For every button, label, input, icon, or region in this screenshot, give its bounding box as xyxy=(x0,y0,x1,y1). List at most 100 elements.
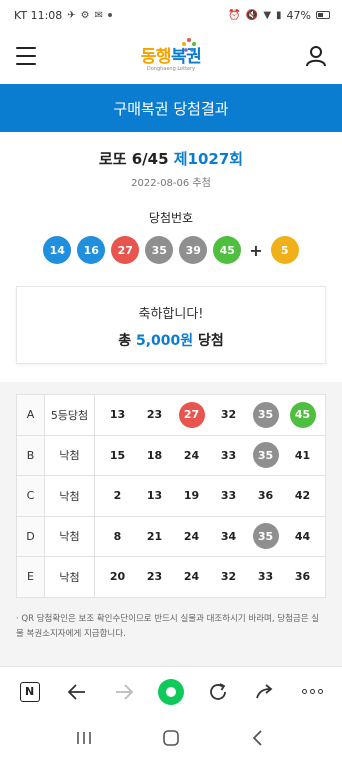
game-numbers-cell: 8 21 24 34 35 44 xyxy=(94,515,326,557)
game-number: 34 xyxy=(220,529,237,543)
prize-text: 총 5,000원 당첨 xyxy=(17,330,325,350)
game-rank: 낙첨 xyxy=(44,556,95,598)
winning-ball: 39 xyxy=(179,236,208,264)
home-icon[interactable] xyxy=(161,728,181,748)
wifi-icon: ▼ xyxy=(263,9,272,21)
game-number: 42 xyxy=(294,489,311,503)
game-number: 36 xyxy=(257,489,274,503)
winning-ball: 16 xyxy=(77,236,106,264)
logo-text-1: 동행 xyxy=(140,47,172,67)
logo-subtitle: Donghaeng Lottery xyxy=(146,66,196,72)
game-letter: A xyxy=(16,394,45,436)
game-row: A 5등당첨 13 23 27 32 35 45 xyxy=(16,394,326,436)
user-icon[interactable] xyxy=(304,44,328,68)
n-icon: N xyxy=(19,681,40,702)
game-number: 13 xyxy=(146,489,163,503)
game-rank: 낙첨 xyxy=(44,475,95,517)
game-number: 32 xyxy=(220,570,237,584)
game-letter: B xyxy=(16,434,45,476)
draw-round: 제1027회 xyxy=(173,150,244,168)
prize-amount: 5,000원 xyxy=(135,333,194,349)
game-number: 41 xyxy=(294,448,311,462)
refresh-button[interactable] xyxy=(200,674,236,710)
share-icon xyxy=(256,683,273,698)
game-rank: 낙첨 xyxy=(44,434,95,476)
message-icon: ✉ xyxy=(94,9,104,21)
back-button[interactable] xyxy=(59,674,95,710)
more-button[interactable] xyxy=(294,674,330,710)
page-title: 구매복권 당첨결과 xyxy=(113,99,229,118)
refresh-icon xyxy=(210,682,227,700)
share-button[interactable] xyxy=(247,674,283,710)
alarm-icon: ⏰ xyxy=(228,9,241,21)
page-title-banner: 구매복권 당첨결과 xyxy=(0,84,342,132)
battery-percent: 47% xyxy=(286,8,311,22)
game-number: 20 xyxy=(109,570,126,584)
matched-number: 45 xyxy=(289,401,316,428)
game-rank: 5등당첨 xyxy=(44,394,95,436)
recent-apps-icon[interactable] xyxy=(74,730,94,746)
game-number: 36 xyxy=(294,570,311,584)
more-icon xyxy=(301,689,323,694)
game-letter: D xyxy=(16,515,45,557)
draw-date: 2022-08-06 추첨 xyxy=(131,178,211,189)
winning-ball: 14 xyxy=(43,236,72,264)
game-number: 23 xyxy=(146,408,163,422)
prize-prefix: 총 xyxy=(118,333,136,349)
mute-icon: 🔇 xyxy=(245,9,259,21)
game-number: 15 xyxy=(109,448,126,462)
forward-button[interactable] xyxy=(106,674,142,710)
games-table: A 5등당첨 13 23 27 32 35 45 B 낙첨 15 18 24 33 35 41 C 낙첨 2 13 19… xyxy=(16,394,326,598)
congrats-text: 축하합니다! xyxy=(138,307,204,322)
game-numbers-cell: 15 18 24 33 35 41 xyxy=(94,434,326,476)
game-number: 8 xyxy=(113,529,122,543)
back-nav-icon[interactable] xyxy=(248,728,268,748)
battery-icon xyxy=(316,11,330,19)
game-number: 24 xyxy=(183,529,200,543)
game-number: 44 xyxy=(294,529,311,543)
game-name: 로또 6/45 xyxy=(98,150,169,168)
naver-home-button[interactable]: N xyxy=(12,674,48,710)
game-row: E 낙첨 20 23 24 32 33 36 xyxy=(16,556,326,598)
game-row: D 낙첨 8 21 24 34 35 44 xyxy=(16,515,326,557)
game-number: 23 xyxy=(146,570,163,584)
game-number: 33 xyxy=(220,489,237,503)
menu-icon[interactable] xyxy=(16,47,36,65)
draw-info-section: 로또 6/45 제1027회 2022-08-06 추첨 당첨번호 14 16 … xyxy=(0,132,342,382)
game-letter: C xyxy=(16,475,45,517)
game-letter: E xyxy=(16,556,45,598)
winning-numbers-label: 당첨번호 xyxy=(148,211,194,225)
green-dot-button[interactable] xyxy=(153,674,189,710)
game-number: 33 xyxy=(257,570,274,584)
game-number: 32 xyxy=(220,408,237,422)
logo-burst-icon xyxy=(182,38,196,52)
game-number: 33 xyxy=(220,448,237,462)
arrow-right-icon xyxy=(115,683,134,700)
winning-ball: 35 xyxy=(145,236,174,264)
arrow-left-icon xyxy=(67,683,85,700)
browser-toolbar: N xyxy=(0,666,342,716)
game-numbers-cell: 13 23 27 32 35 45 xyxy=(94,394,326,436)
game-number: 13 xyxy=(109,408,126,422)
system-nav-bar xyxy=(0,716,342,760)
game-number: 18 xyxy=(146,448,163,462)
winning-ball: 27 xyxy=(111,236,140,264)
green-dot-icon xyxy=(157,678,184,705)
prize-suffix: 당첨 xyxy=(193,333,224,349)
app-header: 동행복권 Donghaeng Lottery xyxy=(0,30,342,84)
winning-numbers: 14 16 27 35 39 45 + 5 xyxy=(0,236,342,264)
matched-number: 35 xyxy=(252,523,279,550)
notification-icon: ✈ xyxy=(67,9,76,21)
bonus-ball: 5 xyxy=(270,236,299,264)
game-row: C 낙첨 2 13 19 33 36 42 xyxy=(16,475,326,517)
notice-text: · QR 당첨확인은 보조 확인수단이므로 반드시 실물과 대조하시기 바라며,… xyxy=(16,613,320,639)
game-rank: 낙첨 xyxy=(44,515,95,557)
draw-title: 로또 6/45 제1027회 xyxy=(0,148,342,169)
settings-icon: ⚙ xyxy=(80,9,90,21)
matched-number: 35 xyxy=(252,442,279,469)
carrier-time: KT 11:08 xyxy=(14,8,63,22)
result-box: 축하합니다! 총 5,000원 당첨 xyxy=(16,286,326,364)
matched-number: 27 xyxy=(178,401,205,428)
game-number: 24 xyxy=(183,570,200,584)
game-number: 24 xyxy=(183,448,200,462)
